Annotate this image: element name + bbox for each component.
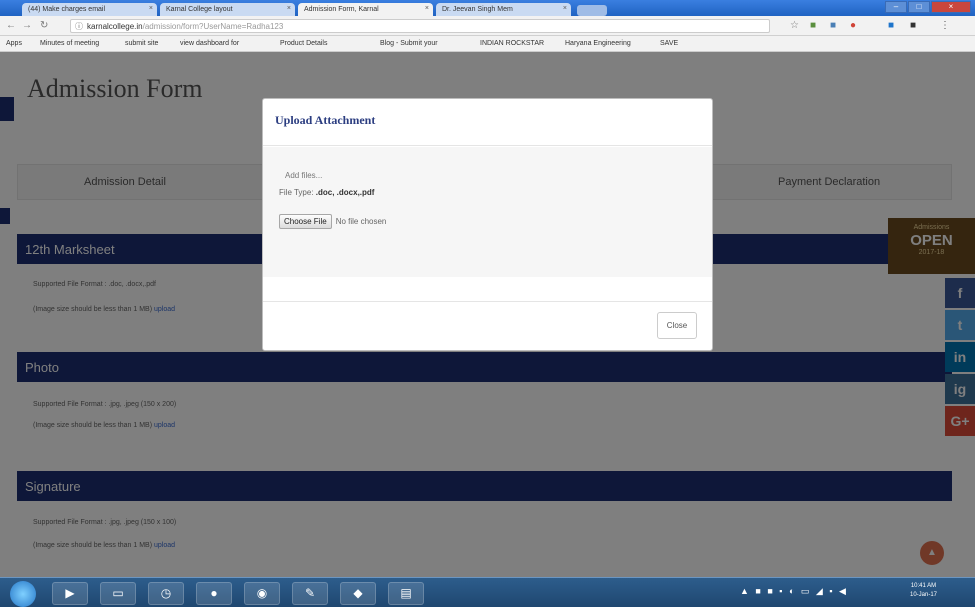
clock[interactable]: 10:41 AM 10-Jan-17 (910, 582, 937, 600)
screen: (44) Make charges email × Karnal College … (0, 0, 975, 607)
start-button[interactable] (10, 581, 36, 607)
clock-app-icon[interactable]: ◷ (148, 582, 184, 605)
system-tray[interactable]: ▲ ■ ■ ▪ ◐ ▭ ◢ ▪ ◀ (740, 586, 848, 597)
modal-header: Upload Attachment (263, 99, 712, 146)
media-player-icon[interactable]: ▶ (52, 582, 88, 605)
browser-tab[interactable]: Dr. Jeevan Singh Mem × (436, 3, 571, 16)
bookmark-item[interactable]: Product Details (280, 40, 327, 47)
file-type-value: .doc, .docx,.pdf (315, 188, 375, 197)
window-controls: – □ × (885, 1, 971, 14)
menu-icon[interactable]: ⋮ (940, 20, 950, 31)
bookmark-item[interactable]: Haryana Engineering (565, 40, 631, 47)
forward-icon[interactable]: → (22, 20, 32, 31)
back-icon[interactable]: ← (6, 20, 16, 31)
star-icon[interactable]: ☆ (790, 20, 799, 31)
file-type-label: File Type: .doc, .docx,.pdf (279, 188, 374, 197)
firefox-icon[interactable]: ● (196, 582, 232, 605)
extension-icon[interactable]: ■ (888, 20, 894, 31)
file-input[interactable]: Choose File No file chosen (279, 214, 386, 229)
bookmarks-bar: Apps Minutes of meeting submit site view… (0, 36, 975, 52)
browser-tab-active[interactable]: Admission Form, Karnal × (298, 3, 433, 16)
browser-tab[interactable]: (44) Make charges email × (22, 3, 157, 16)
bookmark-item[interactable]: Apps (6, 40, 22, 47)
tab-label: Dr. Jeevan Singh Mem (442, 6, 513, 13)
folder-icon[interactable]: ▭ (100, 582, 136, 605)
no-file-text: No file chosen (335, 217, 387, 226)
tab-label: Karnal College layout (166, 6, 233, 13)
clock-date: 10-Jan-17 (910, 592, 938, 598)
extension-icon[interactable]: ■ (910, 20, 916, 31)
document-icon[interactable]: ▤ (388, 582, 424, 605)
info-icon: ⓘ (75, 22, 83, 31)
minimize-button[interactable]: – (885, 1, 907, 13)
bookmark-item[interactable]: SAVE (660, 40, 678, 47)
bookmark-item[interactable]: Blog - Submit your (380, 40, 438, 47)
close-icon[interactable]: × (287, 5, 291, 12)
chrome-icon[interactable]: ◉ (244, 582, 280, 605)
bookmark-item[interactable]: Minutes of meeting (40, 40, 99, 47)
url-path: /admission/form?UserName=Radha123 (142, 22, 284, 31)
new-tab-button[interactable] (577, 5, 607, 16)
clock-time: 10:41 AM (910, 583, 937, 589)
url-host: karnalcollege.in (87, 22, 143, 31)
app-icon[interactable]: ◆ (340, 582, 376, 605)
file-type-caption: File Type: (279, 188, 314, 197)
maximize-button[interactable]: □ (908, 1, 930, 13)
tab-label: Admission Form, Karnal (304, 6, 379, 13)
bookmark-item[interactable]: view dashboard for (180, 40, 239, 47)
modal-body: Add files... File Type: .doc, .docx,.pdf… (263, 147, 712, 277)
choose-file-button[interactable]: Choose File (279, 214, 332, 229)
browser-tab-bar: (44) Make charges email × Karnal College … (0, 0, 975, 16)
extension-icon[interactable]: ● (850, 20, 856, 31)
tab-label: (44) Make charges email (28, 6, 106, 13)
add-files-link[interactable]: Add files... (285, 171, 322, 180)
browser-tab[interactable]: Karnal College layout × (160, 3, 295, 16)
paint-icon[interactable]: ✎ (292, 582, 328, 605)
close-icon[interactable]: × (425, 5, 429, 12)
close-icon[interactable]: × (149, 5, 153, 12)
address-bar-row: ← → ↻ ⓘ karnalcollege.in/admission/form?… (0, 16, 975, 36)
bookmark-item[interactable]: submit site (125, 40, 158, 47)
close-button[interactable]: Close (657, 312, 697, 339)
bookmark-item[interactable]: INDIAN ROCKSTAR (480, 40, 544, 47)
close-icon[interactable]: × (563, 5, 567, 12)
reload-icon[interactable]: ↻ (40, 20, 48, 31)
url-field[interactable]: ⓘ karnalcollege.in/admission/form?UserNa… (70, 19, 770, 33)
extension-icon[interactable]: ■ (810, 20, 816, 31)
modal-footer: Close (263, 301, 712, 351)
extension-icon[interactable]: ■ (830, 20, 836, 31)
taskbar: ▶ ▭ ◷ ● ◉ ✎ ◆ ▤ ▲ ■ ■ ▪ ◐ ▭ ◢ ▪ ◀ 10:41 … (0, 577, 975, 607)
window-close-button[interactable]: × (931, 1, 971, 13)
upload-attachment-modal: Upload Attachment Add files... File Type… (262, 98, 713, 351)
modal-title: Upload Attachment (275, 113, 376, 127)
